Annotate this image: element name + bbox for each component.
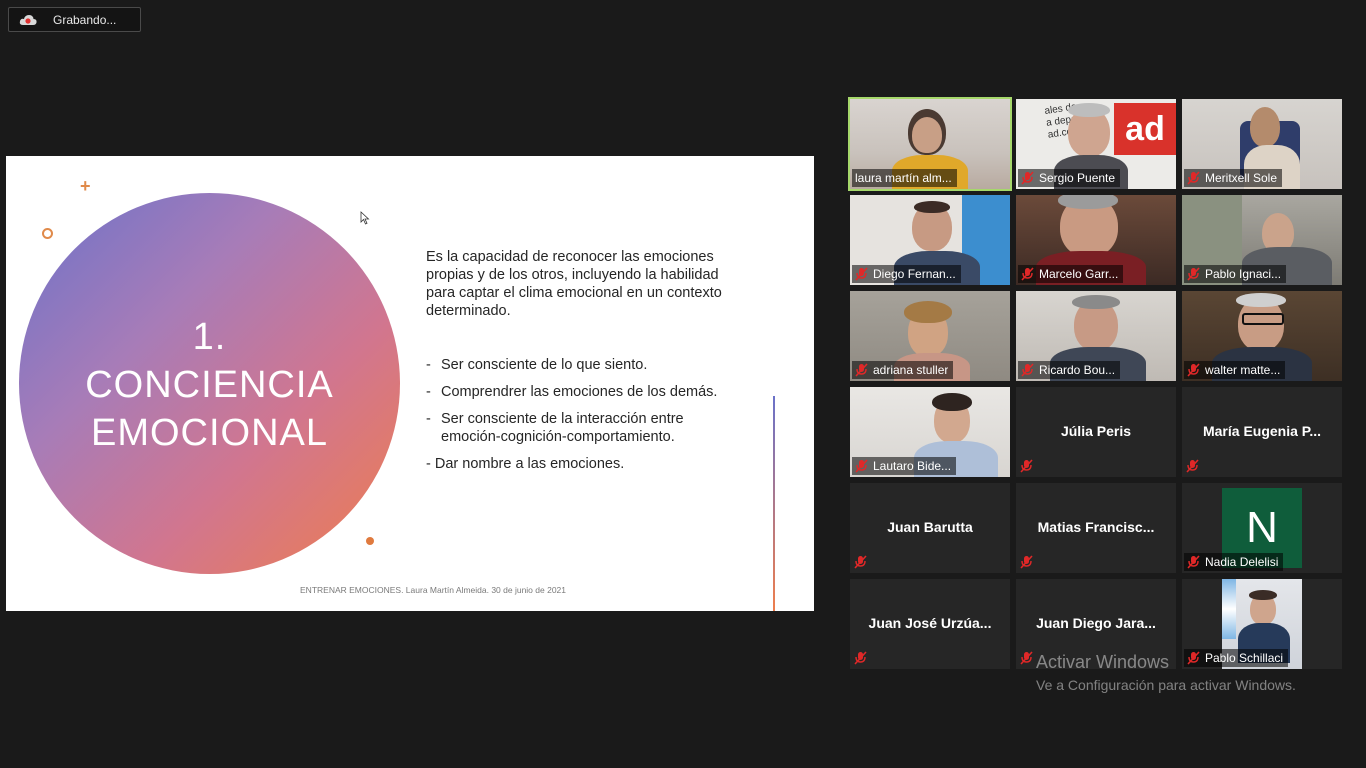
participant-name: Juan Barutta bbox=[887, 519, 973, 535]
dot-decoration bbox=[366, 537, 374, 545]
participant-tile[interactable]: Júlia Peris bbox=[1016, 387, 1176, 477]
list-item: - Dar nombre a las emociones. bbox=[426, 456, 625, 472]
participant-tile[interactable]: Meritxell Sole bbox=[1182, 99, 1342, 189]
participant-tile[interactable]: walter matte... bbox=[1182, 291, 1342, 381]
recording-label: Grabando... bbox=[53, 12, 117, 27]
muted-microphone-icon bbox=[1187, 171, 1200, 185]
muted-microphone-icon bbox=[854, 555, 867, 569]
participant-name-label: Marcelo Garr... bbox=[1018, 265, 1124, 283]
slide-title-line: CONCIENCIA bbox=[85, 364, 334, 406]
muted-microphone-icon bbox=[1187, 363, 1200, 377]
muted-microphone-icon bbox=[1020, 651, 1033, 665]
participant-name-label: Lautaro Bide... bbox=[852, 457, 957, 475]
muted-microphone-icon bbox=[1020, 555, 1033, 569]
participant-tile[interactable]: adriana stuller bbox=[850, 291, 1010, 381]
list-item: - Ser consciente de la interacción entre … bbox=[426, 411, 684, 445]
participant-name: Juan José Urzúa... bbox=[868, 615, 992, 631]
muted-microphone-icon bbox=[854, 651, 867, 665]
participant-name-label: Nadia Delelisi bbox=[1184, 553, 1284, 571]
participant-tile[interactable]: Matias Francisc... bbox=[1016, 483, 1176, 573]
participant-tile[interactable]: Marcelo Garr... bbox=[1016, 195, 1176, 285]
slide-title-line: EMOCIONAL bbox=[90, 412, 329, 454]
windows-activation-watermark: Activar Windows Ve a Configuración para … bbox=[1036, 650, 1296, 696]
participant-tile[interactable]: María Eugenia P... bbox=[1182, 387, 1342, 477]
ring-decoration bbox=[42, 228, 53, 239]
participant-name-label: Ricardo Bou... bbox=[1018, 361, 1121, 379]
accent-line bbox=[773, 396, 775, 611]
participant-tile[interactable]: Ricardo Bou... bbox=[1016, 291, 1176, 381]
participant-tile[interactable]: laura martín alm... bbox=[848, 97, 1012, 191]
participant-tile[interactable]: N Nadia Delelisi bbox=[1182, 483, 1342, 573]
participant-name: Juan Diego Jara... bbox=[1036, 615, 1156, 631]
muted-microphone-icon bbox=[1187, 267, 1200, 281]
participant-name-label: Meritxell Sole bbox=[1184, 169, 1283, 187]
participant-name-label: laura martín alm... bbox=[852, 169, 957, 187]
participant-name-label: walter matte... bbox=[1184, 361, 1286, 379]
participant-tile[interactable]: Juan Barutta bbox=[850, 483, 1010, 573]
participant-name-label: Diego Fernan... bbox=[852, 265, 961, 283]
watermark-title: Activar Windows bbox=[1036, 652, 1170, 672]
muted-microphone-icon bbox=[1020, 459, 1033, 473]
muted-microphone-icon bbox=[855, 459, 868, 473]
participant-tile[interactable]: ales de a deportiv ad.com ad Sergio Puen… bbox=[1016, 99, 1176, 189]
muted-microphone-icon bbox=[1021, 171, 1034, 185]
watermark-subtitle: Ve a Configuración para activar Windows. bbox=[1036, 677, 1296, 693]
shared-screen-slide: + 1. CONCIENCIA EMOCIONAL Es la capacida… bbox=[6, 156, 814, 611]
cloud-record-icon bbox=[19, 14, 37, 25]
muted-microphone-icon bbox=[855, 363, 868, 377]
mouse-cursor-icon bbox=[360, 211, 370, 225]
participant-name: Matias Francisc... bbox=[1037, 519, 1155, 535]
slide-title: 1. CONCIENCIA EMOCIONAL bbox=[19, 313, 400, 457]
muted-microphone-icon bbox=[1187, 555, 1200, 569]
participant-tile[interactable]: Lautaro Bide... bbox=[850, 387, 1010, 477]
participant-tile[interactable]: Pablo Ignaci... bbox=[1182, 195, 1342, 285]
muted-microphone-icon bbox=[1021, 363, 1034, 377]
participant-name-label: Sergio Puente bbox=[1018, 169, 1121, 187]
participant-tile[interactable]: Diego Fernan... bbox=[850, 195, 1010, 285]
slide-paragraph: Es la capacidad de reconocer las emocion… bbox=[426, 249, 722, 319]
plus-decoration: + bbox=[80, 176, 91, 196]
participant-name: Júlia Peris bbox=[1060, 423, 1132, 439]
list-item: - Comprendrer las emociones de los demás. bbox=[426, 384, 718, 400]
recording-indicator[interactable]: Grabando... bbox=[8, 7, 141, 32]
slide-bullet-list: - Ser consciente de lo que siento. - Compr… bbox=[426, 356, 746, 482]
list-item: - Ser consciente de lo que siento. bbox=[426, 357, 648, 373]
slide-title-number: 1. bbox=[192, 316, 227, 358]
participant-tile[interactable]: Juan José Urzúa... bbox=[850, 579, 1010, 669]
muted-microphone-icon bbox=[1021, 267, 1034, 281]
logo-backdrop: ad bbox=[1114, 103, 1176, 155]
participant-name-label: adriana stuller bbox=[852, 361, 954, 379]
muted-microphone-icon bbox=[1186, 459, 1199, 473]
participant-name: María Eugenia P... bbox=[1202, 423, 1321, 439]
participant-name-label: Pablo Ignaci... bbox=[1184, 265, 1287, 283]
slide-footer: ENTRENAR EMOCIONES. Laura Martín Almeida… bbox=[300, 585, 566, 595]
muted-microphone-icon bbox=[855, 267, 868, 281]
